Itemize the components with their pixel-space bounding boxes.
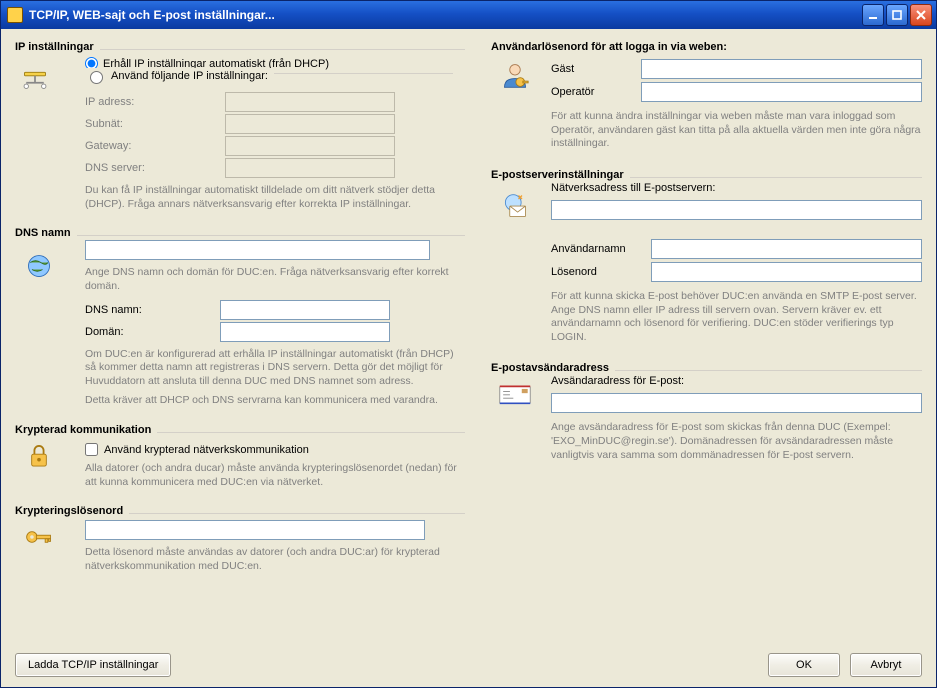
lock-icon (19, 443, 59, 472)
encpass-input[interactable] (85, 520, 425, 540)
userpw-group-title: Användarlösenord för att logga in via we… (491, 41, 922, 53)
smtp-server-label: Nätverksadress till E-postservern: (551, 182, 922, 194)
domain-row: Domän: (85, 322, 465, 342)
dns-group-title: DNS namn (15, 227, 77, 239)
right-buttons: OK Avbryt (768, 653, 922, 677)
ip-address-input (225, 92, 395, 112)
dns-hint1: Ange DNS namn och domän för DUC:en. Fråg… (85, 266, 465, 293)
ok-button[interactable]: OK (768, 653, 840, 677)
encpass-hint: Detta lösenord måste användas av datorer… (85, 546, 465, 573)
smtp-pass-row: Lösenord (551, 262, 922, 282)
ip-settings-title: IP inställningar (15, 41, 100, 53)
ip-hint: Du kan få IP inställningar automatiskt t… (85, 184, 465, 211)
smtp-user-label: Användarnamn (551, 243, 651, 255)
smtp-hint: För att kunna skicka E-post behöver DUC:… (551, 290, 922, 345)
sender-hint: Ange avsändaradress för E-post som skick… (551, 421, 922, 462)
window-title: TCP/IP, WEB-sajt och E-post inställninga… (29, 8, 275, 22)
left-column: IP inställningar Erhåll IP inställninga (15, 41, 465, 647)
sender-input[interactable] (551, 393, 922, 413)
ip-settings-group: IP inställningar Erhåll IP inställninga (15, 49, 465, 217)
titlebar-buttons (862, 4, 932, 26)
dns-hint2: Om DUC:en är konfigurerad att erhålla IP… (85, 348, 465, 389)
columns: IP inställningar Erhåll IP inställninga (15, 41, 922, 647)
operator-row: Operatör (551, 82, 922, 102)
gateway-label: Gateway: (85, 140, 225, 152)
subnet-label: Subnät: (85, 118, 225, 130)
subnet-row: Subnät: (85, 114, 453, 134)
encpass-group-title: Krypteringslösenord (15, 505, 129, 517)
right-column: Användarlösenord för att logga in via we… (491, 41, 922, 647)
encrypt-checkbox-label: Använd krypterad nätverkskommunikation (104, 444, 309, 456)
smtp-group: E-postserverinställningar Nätverksadress… (491, 177, 922, 353)
dns-domain-top (85, 240, 465, 260)
network-icon (19, 70, 51, 95)
smtp-pass-input[interactable] (651, 262, 922, 282)
userpw-group: Användarlösenord för att logga in via we… (491, 41, 922, 159)
smtp-server-wrap (551, 200, 922, 220)
button-bar: Ladda TCP/IP inställningar OK Avbryt (15, 647, 922, 677)
key-icon (19, 524, 59, 553)
sender-label: Avsändaradress för E-post: (551, 375, 922, 387)
smtp-user-input[interactable] (651, 239, 922, 259)
encrypt-checkbox-row[interactable]: Använd krypterad nätverkskommunikation (85, 443, 465, 456)
guest-label: Gäst (551, 63, 641, 75)
encrypt-checkbox[interactable] (85, 443, 98, 456)
globe-icon (19, 252, 59, 283)
mail-icon (495, 192, 535, 223)
encryption-group-title: Krypterad kommunikation (15, 424, 157, 436)
encpass-input-wrap (85, 520, 465, 540)
domain-input[interactable] (220, 322, 390, 342)
dns-name-label: DNS namn: (85, 304, 220, 316)
envelope-icon (495, 383, 535, 408)
encrypt-hint: Alla datorer (och andra ducar) måste anv… (85, 462, 465, 489)
operator-input[interactable] (641, 82, 922, 102)
dns-name-input[interactable] (220, 300, 390, 320)
close-button[interactable] (910, 4, 932, 26)
sender-group: E-postavsändaradress Avsändaradress för … (491, 370, 922, 470)
sender-group-title: E-postavsändaradress (491, 362, 615, 374)
app-icon (7, 7, 23, 23)
encpass-group: Krypteringslösenord Detta löseno (15, 513, 465, 579)
titlebar: TCP/IP, WEB-sajt och E-post inställninga… (1, 1, 936, 29)
user-icon (495, 61, 535, 92)
client-area: IP inställningar Erhåll IP inställninga (1, 29, 936, 687)
guest-input[interactable] (641, 59, 922, 79)
ip-address-row: IP adress: (85, 92, 453, 112)
dns-group: DNS namn Ange DNS namn och domän för DUC… (15, 235, 465, 414)
minimize-button[interactable] (862, 4, 884, 26)
ip-address-label: IP adress: (85, 96, 225, 108)
domain-label: Domän: (85, 326, 220, 338)
smtp-server-input[interactable] (551, 200, 922, 220)
ip-radio-manual-row[interactable]: Använd följande IP inställningar: (85, 68, 274, 84)
dns-server-label: DNS server: (85, 162, 225, 174)
dns-hint3: Detta kräver att DHCP och DNS servrarna … (85, 394, 465, 408)
dns-server-input (225, 158, 395, 178)
ip-manual-block: Använd följande IP inställningar: IP adr… (85, 73, 453, 178)
userpw-hint: För att kunna ändra inställningar via we… (551, 110, 922, 151)
gateway-row: Gateway: (85, 136, 453, 156)
dialog-window: TCP/IP, WEB-sajt och E-post inställninga… (0, 0, 937, 688)
load-button[interactable]: Ladda TCP/IP inställningar (15, 653, 171, 677)
smtp-group-title: E-postserverinställningar (491, 169, 630, 181)
gateway-input (225, 136, 395, 156)
encryption-group: Krypterad kommunikation Använd krypterad… (15, 432, 465, 495)
ip-radio-manual-label: Använd följande IP inställningar: (111, 70, 268, 82)
titlebar-left: TCP/IP, WEB-sajt och E-post inställninga… (7, 7, 275, 23)
subnet-input (225, 114, 395, 134)
sender-input-wrap (551, 393, 922, 413)
maximize-button[interactable] (886, 4, 908, 26)
ip-radio-manual[interactable] (90, 71, 103, 84)
smtp-user-row: Användarnamn (551, 239, 922, 259)
dns-name-row: DNS namn: (85, 300, 465, 320)
guest-row: Gäst (551, 59, 922, 79)
dns-fqdn-input[interactable] (85, 240, 430, 260)
dns-server-row: DNS server: (85, 158, 453, 178)
cancel-button[interactable]: Avbryt (850, 653, 922, 677)
smtp-pass-label: Lösenord (551, 266, 651, 278)
operator-label: Operatör (551, 86, 641, 98)
